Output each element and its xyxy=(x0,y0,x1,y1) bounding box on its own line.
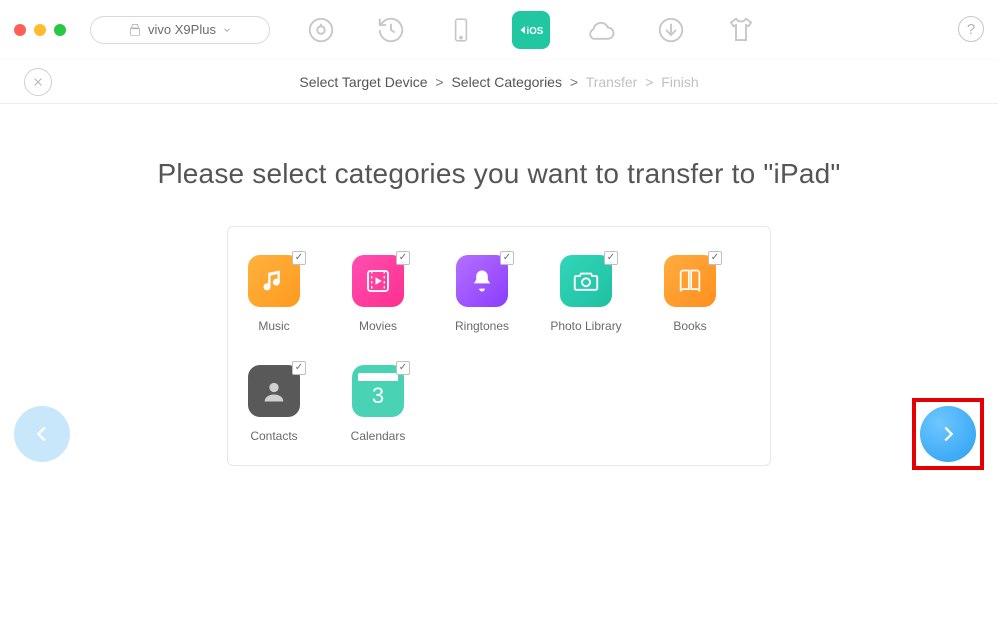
device-selector[interactable]: vivo X9Plus xyxy=(90,16,270,44)
check-icon[interactable]: ✓ xyxy=(708,251,722,265)
annotation-highlight xyxy=(912,398,984,470)
contacts-tile: ✓ xyxy=(248,365,300,417)
download-icon xyxy=(656,15,686,45)
phone-icon xyxy=(448,15,474,45)
breadcrumb-step-2: Select Categories xyxy=(451,74,562,90)
photo-tile: ✓ xyxy=(560,255,612,307)
window-controls xyxy=(14,24,66,36)
calendar-day: 3 xyxy=(372,383,384,409)
device-name: vivo X9Plus xyxy=(148,22,216,37)
category-label: Photo Library xyxy=(550,319,621,333)
category-calendars[interactable]: 3 ✓ Calendars xyxy=(352,365,404,443)
check-icon[interactable]: ✓ xyxy=(292,251,306,265)
check-icon[interactable]: ✓ xyxy=(396,361,410,375)
cloud-icon xyxy=(585,15,617,45)
close-button[interactable] xyxy=(24,68,52,96)
chevron-left-icon xyxy=(31,423,53,445)
category-books[interactable]: ✓ Books xyxy=(664,255,716,333)
category-label: Music xyxy=(258,319,289,333)
movies-tile: ✓ xyxy=(352,255,404,307)
close-icon xyxy=(32,76,44,88)
category-label: Calendars xyxy=(351,429,406,443)
category-movies[interactable]: ✓ Movies xyxy=(352,255,404,333)
chevron-down-icon xyxy=(222,25,232,35)
check-icon[interactable]: ✓ xyxy=(500,251,514,265)
books-tile: ✓ xyxy=(664,255,716,307)
zoom-window-button[interactable] xyxy=(54,24,66,36)
music-tile: ✓ xyxy=(248,255,300,307)
toolbar: iOS xyxy=(302,11,760,49)
subheader: Select Target Device > Select Categories… xyxy=(0,60,998,104)
category-label: Ringtones xyxy=(455,319,509,333)
toolbar-cloud-button[interactable] xyxy=(582,11,620,49)
breadcrumb: Select Target Device > Select Categories… xyxy=(299,74,698,90)
category-photo-library[interactable]: ✓ Photo Library xyxy=(560,255,612,333)
disc-icon xyxy=(306,15,336,45)
previous-button[interactable] xyxy=(14,406,70,462)
category-music[interactable]: ✓ Music xyxy=(248,255,300,333)
toolbar-ios-button[interactable]: iOS xyxy=(512,11,550,49)
titlebar: vivo X9Plus iOS ? xyxy=(0,0,998,60)
android-icon xyxy=(128,23,142,37)
calendars-tile: 3 ✓ xyxy=(352,365,404,417)
toolbar-music-button[interactable] xyxy=(302,11,340,49)
help-button[interactable]: ? xyxy=(958,16,984,42)
toolbar-history-button[interactable] xyxy=(372,11,410,49)
movies-icon xyxy=(363,266,393,296)
bell-icon xyxy=(468,267,496,295)
toolbar-download-button[interactable] xyxy=(652,11,690,49)
category-grid: ✓ Music ✓ Movies ✓ Ringtones xyxy=(248,255,750,443)
tshirt-icon xyxy=(726,15,756,45)
history-icon xyxy=(376,15,406,45)
breadcrumb-step-4: Finish xyxy=(661,74,698,90)
check-icon[interactable]: ✓ xyxy=(604,251,618,265)
check-icon[interactable]: ✓ xyxy=(396,251,410,265)
category-panel: ✓ Music ✓ Movies ✓ Ringtones xyxy=(227,226,771,466)
book-icon xyxy=(676,267,704,295)
category-label: Movies xyxy=(359,319,397,333)
ringtones-tile: ✓ xyxy=(456,255,508,307)
help-icon: ? xyxy=(967,21,975,38)
breadcrumb-step-3: Transfer xyxy=(586,74,638,90)
ios-icon: iOS xyxy=(516,19,546,41)
category-label: Books xyxy=(673,319,706,333)
person-icon xyxy=(260,377,288,405)
camera-icon xyxy=(571,266,601,296)
minimize-window-button[interactable] xyxy=(34,24,46,36)
toolbar-skin-button[interactable] xyxy=(722,11,760,49)
breadcrumb-step-1: Select Target Device xyxy=(299,74,427,90)
toolbar-phone-button[interactable] xyxy=(442,11,480,49)
category-ringtones[interactable]: ✓ Ringtones xyxy=(456,255,508,333)
music-icon xyxy=(260,267,288,295)
page-title: Please select categories you want to tra… xyxy=(0,158,998,190)
close-window-button[interactable] xyxy=(14,24,26,36)
check-icon[interactable]: ✓ xyxy=(292,361,306,375)
category-label: Contacts xyxy=(250,429,297,443)
main-area: Please select categories you want to tra… xyxy=(0,104,998,466)
category-contacts[interactable]: ✓ Contacts xyxy=(248,365,300,443)
svg-text:iOS: iOS xyxy=(527,25,544,36)
